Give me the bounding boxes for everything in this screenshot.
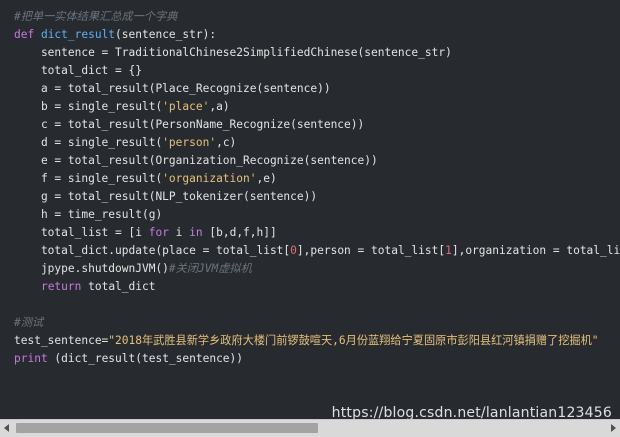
code-line: c = total_result(PersonName_Recognize(se… [14, 116, 620, 134]
code-token: c = total_result(PersonName_Recognize(se… [14, 118, 365, 131]
code-token: sentence = TraditionalChinese2Simplified… [14, 46, 452, 59]
code-token: ,e) [256, 172, 277, 185]
code-line: total_dict = {} [14, 62, 620, 80]
code-token: [b,d,f,h]] [202, 226, 277, 239]
code-token: test_sentence= [14, 334, 109, 347]
code-token: jpype.shutdownJVM() [14, 262, 169, 275]
code-token: e = total_result(Organization_Recognize(… [14, 154, 378, 167]
code-line: test_sentence="2018年武胜县新学乡政府大楼门前锣鼓喧天,6月份… [14, 332, 620, 350]
scroll-right-arrow-icon[interactable] [611, 424, 616, 432]
code-token: (sentence_str): [115, 28, 217, 41]
code-token: return [40, 280, 82, 293]
code-token: ],person = total_list[ [296, 244, 446, 257]
code-token: ,a) [209, 100, 230, 113]
code-line: #把单一实体结果汇总成一个字典 [14, 8, 620, 26]
code-token: ,c) [216, 136, 237, 149]
code-token: total_dict = {} [14, 64, 142, 77]
code-token: def [14, 28, 41, 41]
code-line: total_list = [i for i in [b,d,f,h]] [14, 224, 620, 242]
code-line: a = total_result(Place_Recognize(sentenc… [14, 80, 620, 98]
code-line: f = single_result('organization',e) [14, 170, 620, 188]
code-token: b = single_result( [14, 100, 163, 113]
code-token: #测试 [14, 316, 44, 329]
code-token: ],organization = total_list[ [451, 244, 620, 257]
code-token: (dict_result(test_sentence)) [47, 352, 244, 365]
horizontal-scrollbar[interactable] [0, 419, 620, 437]
code-token: g = total_result(NLP_tokenizer(sentence)… [14, 190, 318, 203]
code-token: d = single_result( [14, 136, 163, 149]
code-token: dict_result [40, 28, 116, 41]
scrollbar-thumb[interactable] [16, 423, 318, 433]
code-token: f = single_result( [14, 172, 163, 185]
code-token: 0 [290, 244, 297, 257]
watermark: https://blog.csdn.net/lanlantian123456 [331, 405, 612, 419]
code-line: sentence = TraditionalChinese2Simplified… [14, 44, 620, 62]
code-token: h = time_result(g) [14, 208, 163, 221]
code-line: total_dict.update(place = total_list[0],… [14, 242, 620, 260]
code-editor: #把单一实体结果汇总成一个字典 def dict_result(sentence_… [0, 0, 620, 419]
code-line: #测试 [14, 314, 620, 332]
code-line: b = single_result('place',a) [14, 98, 620, 116]
code-token: print [14, 352, 48, 365]
code-token: in [189, 226, 203, 239]
code-line: g = total_result(NLP_tokenizer(sentence)… [14, 188, 620, 206]
code-line: jpype.shutdownJVM()#关闭JVM虚拟机 [14, 260, 620, 278]
code-token: total_dict.update(place = total_list[ [14, 244, 291, 257]
code-line: h = time_result(g) [14, 206, 620, 224]
code-token: #关闭JVM虚拟机 [168, 262, 252, 275]
code-token: a = total_result(Place_Recognize(sentenc… [14, 82, 331, 95]
code-token: total_list = [i [14, 226, 149, 239]
code-line: print (dict_result(test_sentence)) [14, 350, 620, 368]
code-token: 'organization' [162, 172, 257, 185]
code-line: return total_dict [14, 278, 620, 296]
code-token: 'place' [162, 100, 210, 113]
scroll-left-arrow-icon[interactable] [4, 424, 9, 432]
code-token: 1 [445, 244, 452, 257]
code-token: i [168, 226, 190, 239]
code-line: e = total_result(Organization_Recognize(… [14, 152, 620, 170]
code-block: #把单一实体结果汇总成一个字典 def dict_result(sentence_… [14, 8, 620, 368]
code-line: d = single_result('person',c) [14, 134, 620, 152]
code-line: def dict_result(sentence_str): [14, 26, 620, 44]
code-token: 'person' [162, 136, 217, 149]
code-token: #把单一实体结果汇总成一个字典 [14, 10, 178, 23]
code-token: for [148, 226, 169, 239]
code-token: "2018年武胜县新学乡政府大楼门前锣鼓喧天,6月份蓝翔给宁夏固原市彭阳县红河镇… [108, 334, 599, 347]
code-token: total_dict [81, 280, 156, 293]
